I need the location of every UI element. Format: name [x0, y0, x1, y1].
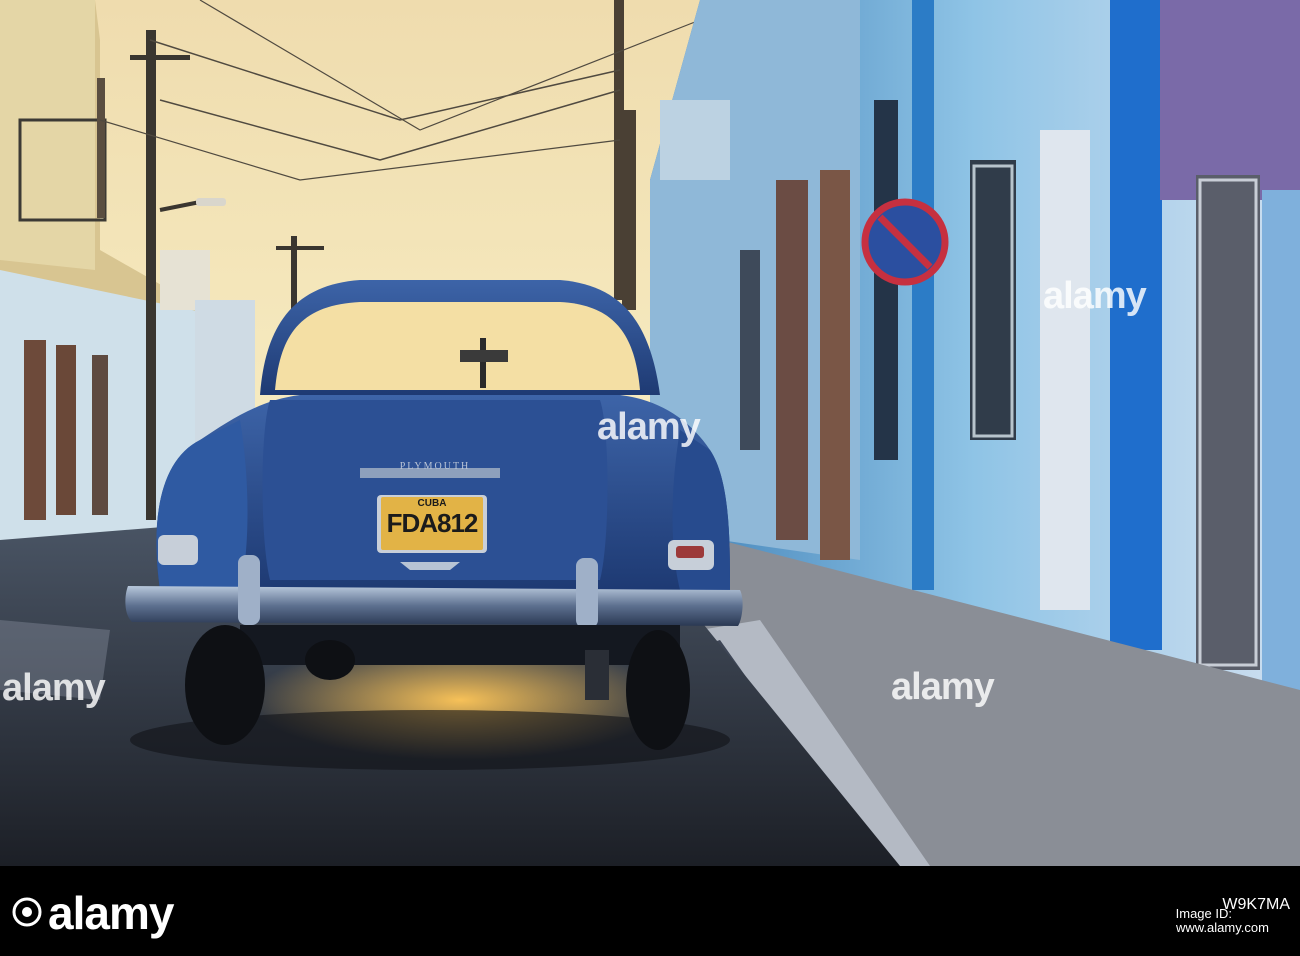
watermark-center: alamy: [597, 406, 701, 448]
alamy-logo-icon: [12, 897, 42, 927]
plate-number: FDA812: [386, 508, 479, 538]
watermark-top-right: alamy: [1043, 275, 1147, 317]
car-badge: PLYMOUTH: [399, 461, 471, 472]
watermark-bottom-right: alamy: [891, 666, 995, 708]
image-id: W9K7MA: [1222, 896, 1290, 913]
footer-bar: [0, 866, 1300, 956]
license-plate: CUBA FDA812: [381, 497, 483, 550]
watermark-left: alamy: [2, 667, 106, 709]
footer-url: www.alamy.com: [1176, 920, 1269, 935]
footer-logo: alamy: [48, 887, 174, 939]
